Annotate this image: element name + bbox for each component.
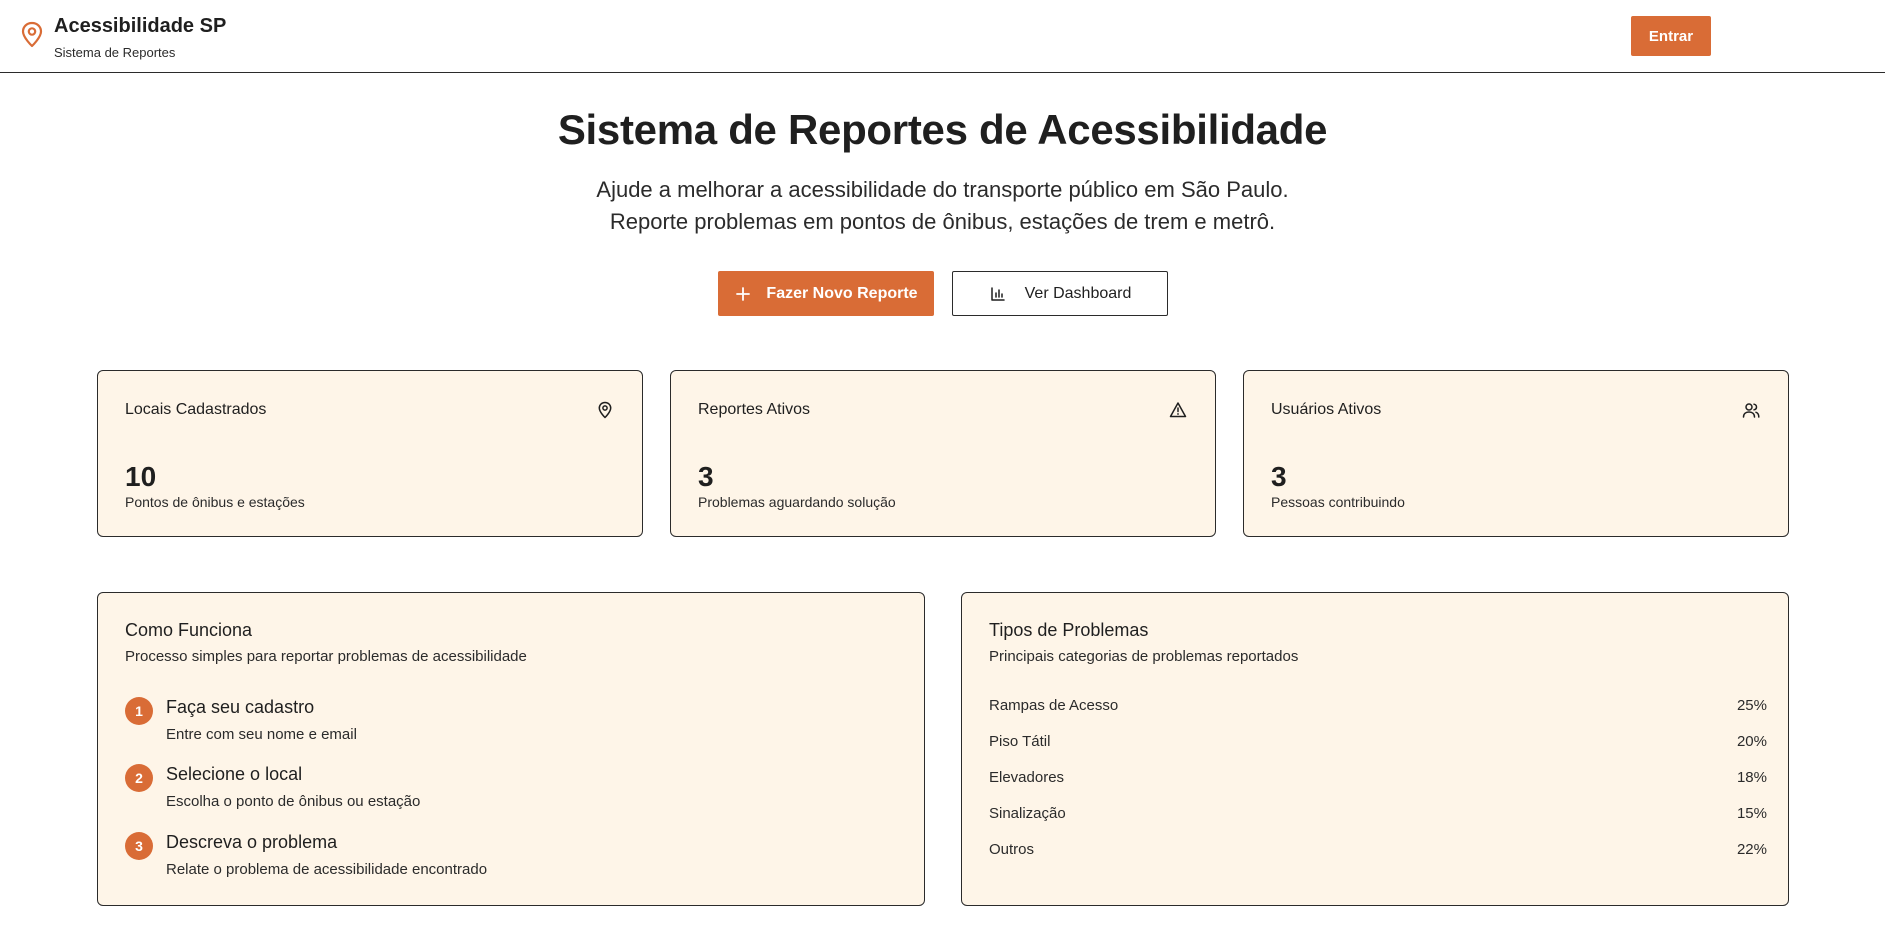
how-it-works-panel: Como Funciona Processo simples para repo… <box>97 592 925 906</box>
step-description: Entre com seu nome e email <box>166 726 357 743</box>
problem-type-percent: 15% <box>1736 805 1767 822</box>
stat-value: 10 <box>125 461 157 492</box>
problem-type-label: Sinalização <box>989 805 1066 822</box>
step-item: 3 Descreva o problema Relate o problema … <box>125 829 825 879</box>
stat-value: 3 <box>698 461 714 492</box>
new-report-label: Fazer Novo Reporte <box>766 284 918 302</box>
hero-subtitle-line-2: Reporte problemas em pontos de ônibus, e… <box>609 209 1276 234</box>
panel-subtitle: Processo simples para reportar problemas… <box>125 648 527 665</box>
app-header: Acessibilidade SP Sistema de Reportes En… <box>0 0 1885 73</box>
problem-type-row: Rampas de Acesso 25% <box>989 697 1767 719</box>
problem-type-label: Piso Tátil <box>989 733 1051 750</box>
step-item: 2 Selecione o local Escolha o ponto de ô… <box>125 761 825 811</box>
view-dashboard-button[interactable]: Ver Dashboard <box>952 271 1168 316</box>
bar-chart-icon <box>989 285 1007 303</box>
problem-type-row: Outros 22% <box>989 841 1767 863</box>
stat-card-locations: Locais Cadastrados 10 Pontos de ônibus e… <box>97 370 643 537</box>
view-dashboard-label: Ver Dashboard <box>1024 284 1132 302</box>
panel-title: Como Funciona <box>125 620 253 640</box>
step-number: 2 <box>125 764 153 792</box>
problem-type-label: Outros <box>989 841 1035 858</box>
brand-subtitle: Sistema de Reportes <box>54 45 176 60</box>
stat-description: Pontos de ônibus e estações <box>125 494 305 510</box>
step-description: Escolha o ponto de ônibus ou estação <box>166 793 421 810</box>
problem-type-percent: 18% <box>1736 769 1767 786</box>
step-title: Faça seu cadastro <box>166 697 315 717</box>
page-title: Sistema de Reportes de Acessibilidade <box>557 106 1328 153</box>
problem-types-panel: Tipos de Problemas Principais categorias… <box>961 592 1789 906</box>
step-description: Relate o problema de acessibilidade enco… <box>166 861 488 878</box>
hero-subtitle: Ajude a melhorar a acessibilidade do tra… <box>0 174 1885 238</box>
new-report-button[interactable]: Fazer Novo Reporte <box>718 271 934 316</box>
hero-subtitle-line-1: Ajude a melhorar a acessibilidade do tra… <box>596 177 1289 202</box>
problem-type-label: Elevadores <box>989 769 1065 786</box>
stat-title: Locais Cadastrados <box>125 401 267 418</box>
problem-type-row: Piso Tátil 20% <box>989 733 1767 755</box>
alert-triangle-icon <box>1169 401 1187 419</box>
map-pin-icon <box>596 401 614 419</box>
panel-subtitle: Principais categorias de problemas repor… <box>989 648 1299 665</box>
problem-type-percent: 25% <box>1736 697 1767 714</box>
step-title: Selecione o local <box>166 764 303 784</box>
problem-type-row: Sinalização 15% <box>989 805 1767 827</box>
stat-description: Problemas aguardando solução <box>698 494 896 510</box>
problem-type-percent: 20% <box>1736 733 1767 750</box>
stat-description: Pessoas contribuindo <box>1271 494 1405 510</box>
panel-title: Tipos de Problemas <box>989 620 1149 640</box>
problem-type-label: Rampas de Acesso <box>989 697 1119 714</box>
login-button[interactable]: Entrar <box>1631 16 1711 56</box>
map-pin-icon <box>20 21 44 49</box>
users-icon <box>1742 401 1760 419</box>
step-title: Descreva o problema <box>166 832 338 852</box>
brand-title: Acessibilidade SP <box>54 15 227 37</box>
step-number: 1 <box>125 697 153 725</box>
stat-card-active-users: Usuários Ativos 3 Pessoas contribuindo <box>1243 370 1789 537</box>
stat-title: Usuários Ativos <box>1271 401 1382 418</box>
stat-title: Reportes Ativos <box>698 401 811 418</box>
plus-icon <box>734 285 752 303</box>
step-number: 3 <box>125 832 153 860</box>
problem-type-percent: 22% <box>1736 841 1767 858</box>
stat-value: 3 <box>1271 461 1287 492</box>
stat-card-active-reports: Reportes Ativos 3 Problemas aguardando s… <box>670 370 1216 537</box>
step-item: 1 Faça seu cadastro Entre com seu nome e… <box>125 694 825 744</box>
problem-type-row: Elevadores 18% <box>989 769 1767 791</box>
